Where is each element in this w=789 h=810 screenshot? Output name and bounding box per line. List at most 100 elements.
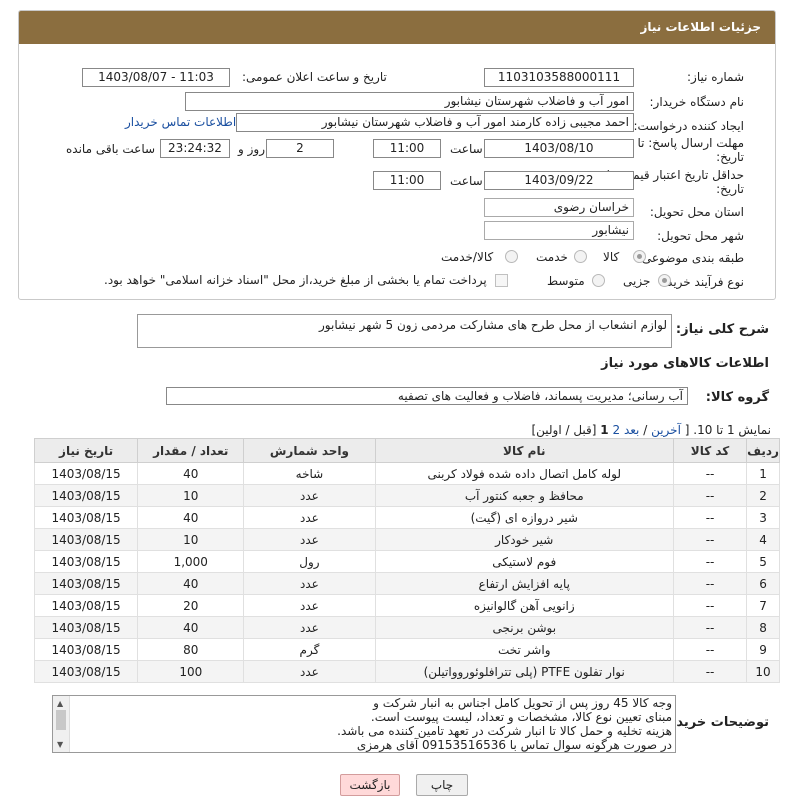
- cell-row-number: 7: [746, 594, 780, 617]
- need-number-field[interactable]: 1103103588000111: [484, 68, 634, 87]
- cell-need-date: 1403/08/15: [33, 660, 139, 683]
- cell-item-name: محافظ و جعبه کنتور آب: [374, 484, 674, 507]
- cell-item-code: --: [672, 550, 748, 573]
- scroll-down-icon[interactable]: ▼: [57, 740, 63, 749]
- cell-item-name: شیر خودکار: [374, 528, 674, 551]
- cell-item-name: شیر دروازه ای (گیت): [374, 506, 674, 529]
- cell-unit: رول: [243, 550, 376, 573]
- table-row[interactable]: 1 -- لوله کامل اتصال داده شده فولاد کربن…: [33, 462, 780, 485]
- table-row[interactable]: 10 -- نوار تفلون PTFE (پلی تترافلوئورووا…: [33, 660, 780, 683]
- category-radio-both[interactable]: [505, 250, 518, 263]
- validity-time-field[interactable]: 11:00: [373, 171, 441, 190]
- announce-field[interactable]: 1403/08/07 - 11:03: [82, 68, 230, 87]
- days-field[interactable]: 2: [266, 139, 334, 158]
- cell-need-date: 1403/08/15: [33, 462, 139, 485]
- pagination-page-1: 1: [600, 423, 609, 437]
- province-field[interactable]: خراسان رضوی: [484, 198, 634, 217]
- buyer-notes-field[interactable]: ▲ ▼ وجه کالا 45 روز پس از تحویل کامل اجن…: [52, 695, 676, 753]
- table-row[interactable]: 7 -- زانویی آهن گالوانیزه عدد 20 1403/08…: [33, 594, 780, 617]
- cell-quantity: 40: [137, 616, 245, 639]
- col-header-item-code: کد کالا: [672, 438, 748, 463]
- notes-scrollbar[interactable]: ▲ ▼: [53, 696, 70, 752]
- deadline-date-field[interactable]: 1403/08/10: [484, 139, 634, 158]
- scroll-up-icon[interactable]: ▲: [57, 699, 63, 708]
- cell-row-number: 1: [746, 462, 780, 485]
- category-option-both: کالا/خدمت: [441, 250, 494, 264]
- cell-item-code: --: [672, 660, 748, 683]
- pagination-next[interactable]: بعد: [624, 423, 639, 437]
- table-row[interactable]: 9 -- واشر تخت گرم 80 1403/08/15: [33, 638, 780, 661]
- deadline-label-2: تاریخ:: [716, 150, 744, 164]
- cell-row-number: 8: [746, 616, 780, 639]
- cell-quantity: 10: [137, 484, 245, 507]
- goods-section-title: اطلاعات کالاهای مورد نیاز: [601, 356, 769, 371]
- table-row[interactable]: 4 -- شیر خودکار عدد 10 1403/08/15: [33, 528, 780, 551]
- province-label: استان محل تحویل:: [649, 205, 744, 219]
- col-header-row-number: ردیف: [746, 438, 780, 463]
- cell-unit: گرم: [243, 638, 376, 661]
- cell-need-date: 1403/08/15: [33, 572, 139, 595]
- cell-row-number: 4: [746, 528, 780, 551]
- pagination-page-2[interactable]: 2: [612, 423, 620, 437]
- cell-unit: عدد: [243, 616, 376, 639]
- cell-row-number: 5: [746, 550, 780, 573]
- process-radio-medium[interactable]: [592, 274, 605, 287]
- cell-item-code: --: [672, 462, 748, 485]
- cell-quantity: 100: [137, 660, 245, 683]
- summary-field[interactable]: لوازم انشعاب از محل طرح های مشارکت مردمی…: [137, 314, 672, 348]
- goods-group-label: گروه کالا:: [705, 390, 769, 405]
- remaining-time-field[interactable]: 23:24:32: [160, 139, 230, 158]
- cell-item-name: نوار تفلون PTFE (پلی تترافلوئوروواتیلن): [374, 660, 674, 683]
- announce-label: تاریخ و ساعت اعلان عمومی:: [242, 70, 387, 84]
- pagination-rest: [قبل / اولین]: [531, 423, 597, 437]
- goods-group-field[interactable]: آب رسانی؛ مدیریت پسماند، فاضلاب و فعالیت…: [166, 387, 688, 405]
- cell-row-number: 6: [746, 572, 780, 595]
- cell-unit: شاخه: [243, 462, 376, 485]
- category-option-service: خدمت: [536, 250, 568, 264]
- process-label: نوع فرآیند خرید :: [659, 275, 744, 289]
- table-row[interactable]: 5 -- فوم لاستیکی رول 1,000 1403/08/15: [33, 550, 780, 573]
- cell-unit: عدد: [243, 572, 376, 595]
- col-header-unit: واحد شمارش: [243, 438, 376, 463]
- city-field[interactable]: نیشابور: [484, 221, 634, 240]
- cell-quantity: 1,000: [137, 550, 245, 573]
- cell-quantity: 20: [137, 594, 245, 617]
- table-row[interactable]: 3 -- شیر دروازه ای (گیت) عدد 40 1403/08/…: [33, 506, 780, 529]
- table-row[interactable]: 6 -- پایه افزایش ارتفاع عدد 40 1403/08/1…: [33, 572, 780, 595]
- cell-need-date: 1403/08/15: [33, 484, 139, 507]
- panel-title: جزئیات اطلاعات نیاز: [19, 11, 775, 44]
- category-radio-goods[interactable]: [633, 250, 646, 263]
- category-radio-service[interactable]: [574, 250, 587, 263]
- process-radio-minor[interactable]: [658, 274, 671, 287]
- category-option-goods: کالا: [603, 250, 620, 264]
- back-button[interactable]: بازگشت: [340, 774, 400, 796]
- treasury-checkbox[interactable]: [495, 274, 508, 287]
- deadline-label-1: مهلت ارسال پاسخ: تا: [637, 136, 744, 150]
- buyer-note-line: مبنای تعیین نوع کالا، مشخصات و تعداد، لی…: [370, 710, 672, 724]
- cell-item-code: --: [672, 506, 748, 529]
- validity-date-field[interactable]: 1403/09/22: [484, 171, 634, 190]
- cell-item-name: بوشن برنجی: [374, 616, 674, 639]
- scroll-thumb[interactable]: [56, 710, 66, 730]
- cell-item-name: زانویی آهن گالوانیزه: [374, 594, 674, 617]
- cell-quantity: 40: [137, 506, 245, 529]
- cell-need-date: 1403/08/15: [33, 616, 139, 639]
- buyer-org-field[interactable]: امور آب و فاضلاب شهرستان نیشابور: [185, 92, 634, 111]
- table-row[interactable]: 8 -- بوشن برنجی عدد 40 1403/08/15: [33, 616, 780, 639]
- cell-item-code: --: [672, 616, 748, 639]
- deadline-time-field[interactable]: 11:00: [373, 139, 441, 158]
- cell-item-name: واشر تخت: [374, 638, 674, 661]
- table-row[interactable]: 2 -- محافظ و جعبه کنتور آب عدد 10 1403/0…: [33, 484, 780, 507]
- cell-row-number: 3: [746, 506, 780, 529]
- validity-label-2: تاریخ:: [716, 182, 744, 196]
- cell-need-date: 1403/08/15: [33, 550, 139, 573]
- pagination: نمایش 1 تا 10. [ آخرین / بعد 2 1 [قبل / …: [531, 423, 771, 437]
- cell-unit: عدد: [243, 660, 376, 683]
- cell-unit: عدد: [243, 484, 376, 507]
- creator-field[interactable]: احمد مجیبی زاده کارمند امور آب و فاضلاب …: [236, 113, 634, 132]
- print-button[interactable]: چاپ: [416, 774, 468, 796]
- cell-need-date: 1403/08/15: [33, 506, 139, 529]
- contact-info-link[interactable]: اطلاعات تماس خریدار: [125, 115, 236, 129]
- col-header-item-name: نام کالا: [374, 438, 674, 463]
- pagination-last[interactable]: آخرین: [651, 423, 681, 437]
